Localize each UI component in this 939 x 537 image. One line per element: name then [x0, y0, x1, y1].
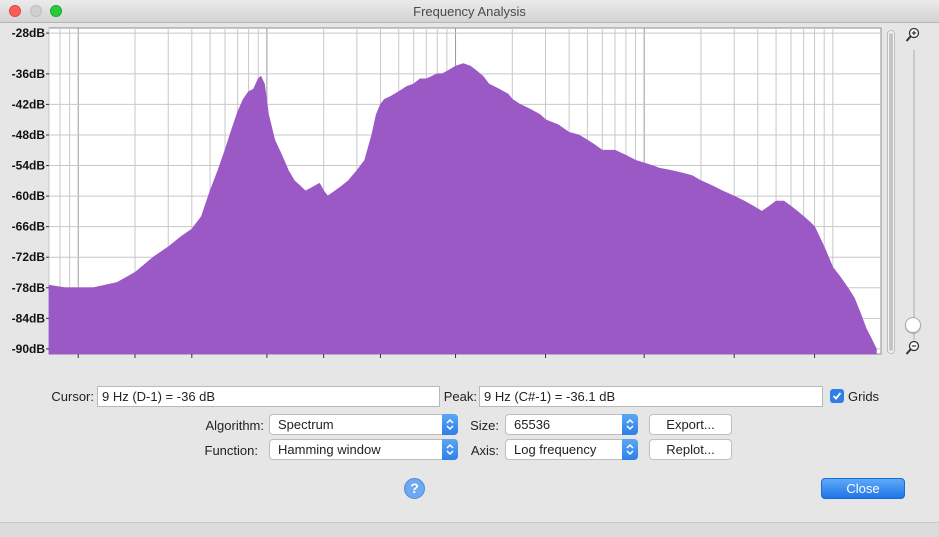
title-bar: Frequency Analysis [0, 0, 939, 23]
window-title: Frequency Analysis [413, 4, 526, 19]
function-select-value: Hamming window [278, 442, 381, 457]
axis-select-value: Log frequency [514, 442, 597, 457]
export-button[interactable]: Export... [649, 414, 732, 435]
algorithm-select-value: Spectrum [278, 417, 334, 432]
x-tick-label: 100.00Hz [430, 362, 481, 363]
size-select-value: 65536 [514, 417, 551, 432]
size-select[interactable]: 65536 [505, 414, 638, 435]
x-tick-label: 1.00Hz [59, 362, 97, 363]
x-tick-label: 40.00Hz [358, 362, 403, 363]
x-tick-label: 4.00Hz [173, 362, 211, 363]
axis-select[interactable]: Log frequency [505, 439, 638, 460]
grids-checkbox[interactable] [830, 389, 844, 403]
spectrum-plot[interactable]: -28dB -36dB -42dB -48dB -54dB -60dB -66dB -72dB… [0, 23, 885, 363]
y-tick-label: -28dB [12, 26, 46, 40]
zoom-in-icon[interactable] [905, 27, 921, 43]
vertical-scrollbar-thumb[interactable] [889, 33, 893, 351]
function-select[interactable]: Hamming window [269, 439, 458, 460]
peak-field[interactable] [479, 386, 823, 407]
zoom-out-icon[interactable] [905, 340, 921, 356]
x-tick-label: 10.00Hz [245, 362, 290, 363]
y-tick-label: -48dB [12, 128, 46, 142]
x-tick-label: 3000.00Hz [705, 362, 763, 363]
y-tick-label: -66dB [12, 220, 46, 234]
y-tick-label: -84dB [12, 311, 46, 325]
y-tick-label: -72dB [12, 250, 46, 264]
select-arrows-icon [442, 414, 458, 435]
zoom-slider-knob[interactable] [905, 317, 921, 333]
algorithm-select[interactable]: Spectrum [269, 414, 458, 435]
algorithm-label: Algorithm: [205, 418, 264, 433]
x-tick-label: 2.00Hz [116, 362, 154, 363]
window-bottom-edge [0, 522, 939, 537]
x-tick-label: 1000.00Hz [615, 362, 673, 363]
x-tick-label: 300.00Hz [520, 362, 571, 363]
zoom-slider-track[interactable] [913, 50, 915, 340]
select-arrows-icon [442, 439, 458, 460]
peak-label: Peak: [443, 389, 477, 404]
y-tick-label: -78dB [12, 281, 46, 295]
x-tick-label: 20.00Hz [301, 362, 346, 363]
size-label: Size: [470, 418, 499, 433]
y-tick-label: -36dB [12, 67, 46, 81]
select-arrows-icon [622, 414, 638, 435]
function-label: Function: [204, 443, 258, 458]
axis-label: Axis: [470, 443, 499, 458]
vertical-scrollbar[interactable] [887, 30, 895, 354]
x-tick-label: 8000.00Hz [786, 362, 844, 363]
cursor-field[interactable] [97, 386, 440, 407]
close-button[interactable]: Close [821, 478, 905, 499]
select-arrows-icon [622, 439, 638, 460]
checkmark-icon [832, 392, 842, 400]
y-tick-label: -90dB [12, 342, 46, 356]
replot-button[interactable]: Replot... [649, 439, 732, 460]
cursor-label: Cursor: [51, 389, 94, 404]
grids-label: Grids [848, 389, 880, 404]
y-tick-label: -54dB [12, 159, 46, 173]
help-icon[interactable]: ? [404, 478, 425, 499]
y-tick-label: -42dB [12, 97, 46, 111]
y-tick-label: -60dB [12, 189, 46, 203]
